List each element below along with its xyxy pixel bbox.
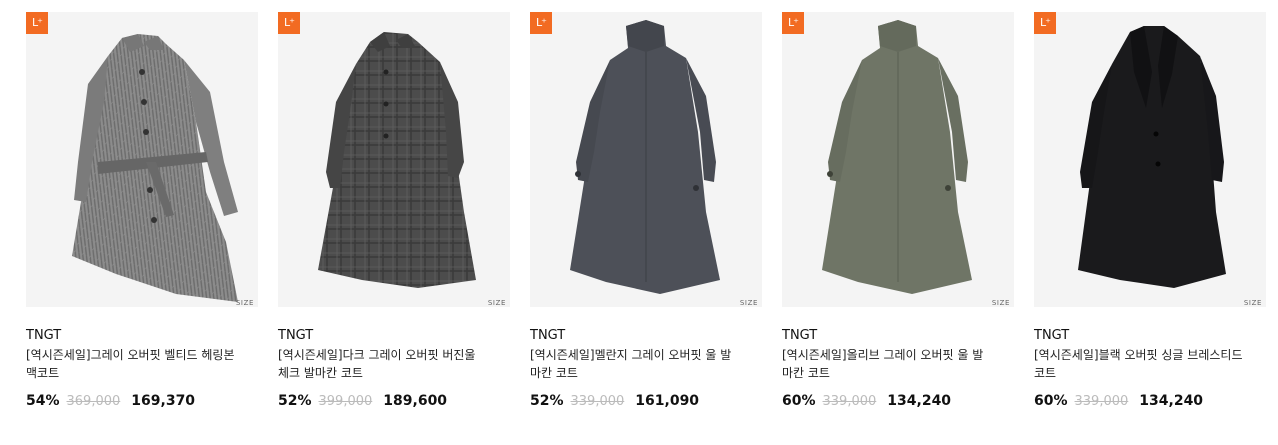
sale-price: 161,090 (635, 393, 700, 409)
coat-image (72, 34, 238, 302)
size-label: SIZE (739, 299, 758, 307)
product-image[interactable]: L⁺ SIZE (530, 12, 762, 307)
sale-price: 134,240 (1139, 393, 1204, 409)
discount-rate: 60% (782, 393, 816, 409)
product-image[interactable]: L⁺ SIZE (26, 12, 258, 307)
product-image[interactable]: L⁺ SIZE (1034, 12, 1266, 307)
size-label: SIZE (991, 299, 1010, 307)
product-name[interactable]: [역시즌세일]멜란지 그레이 오버핏 울 발마칸 코트 (530, 346, 742, 382)
l-plus-icon: L⁺ (26, 12, 48, 34)
l-plus-icon: L⁺ (782, 12, 804, 34)
price-row: 52% 399,000 189,600 (278, 393, 510, 409)
size-label: SIZE (235, 299, 254, 307)
original-price: 369,000 (66, 394, 121, 409)
brand-name[interactable]: TNGT (782, 328, 1014, 344)
price-row: 60% 339,000 134,240 (1034, 393, 1266, 409)
product-card[interactable]: L⁺ SIZE TNGT [역시즌세일]멜란지 그레이 오버핏 울 발마칸 코트… (530, 12, 762, 409)
sale-price: 169,370 (131, 393, 196, 409)
product-name[interactable]: [역시즌세일]다크 그레이 오버핏 버진울 체크 발마칸 코트 (278, 346, 490, 382)
product-name[interactable]: [역시즌세일]올리브 그레이 오버핏 울 발마칸 코트 (782, 346, 994, 382)
l-plus-icon: L⁺ (278, 12, 300, 34)
original-price: 399,000 (318, 394, 373, 409)
sale-price: 134,240 (887, 393, 952, 409)
product-name[interactable]: [역시즌세일]블랙 오버핏 싱글 브레스티드 코트 (1034, 346, 1246, 382)
price-row: 52% 339,000 161,090 (530, 393, 762, 409)
price-row: 54% 369,000 169,370 (26, 393, 258, 409)
product-card[interactable]: L⁺ SIZE TNGT [역시즌세일]블랙 오버핏 싱글 브레스티드 코트 6… (1034, 12, 1266, 409)
product-image[interactable]: L⁺ SIZE (278, 12, 510, 307)
product-grid: L⁺ SIZE TNGT [역시즌세일]그레이 오버핏 벨티드 헤링본 맥코트 … (0, 0, 1278, 445)
product-name[interactable]: [역시즌세일]그레이 오버핏 벨티드 헤링본 맥코트 (26, 346, 238, 382)
brand-name[interactable]: TNGT (530, 328, 762, 344)
l-plus-icon: L⁺ (530, 12, 552, 34)
product-card[interactable]: L⁺ SIZE TNGT [역시즌세일]다크 그레이 오버핏 버진울 체크 발마… (278, 12, 510, 409)
discount-rate: 60% (1034, 393, 1068, 409)
original-price: 339,000 (570, 394, 625, 409)
coat-image (1078, 26, 1226, 288)
coat-image (318, 32, 476, 288)
sale-price: 189,600 (383, 393, 448, 409)
brand-name[interactable]: TNGT (278, 328, 510, 344)
product-card[interactable]: L⁺ SIZE TNGT [역시즌세일]올리브 그레이 오버핏 울 발마칸 코트… (782, 12, 1014, 409)
coat-image (570, 20, 720, 294)
discount-rate: 54% (26, 393, 60, 409)
discount-rate: 52% (530, 393, 564, 409)
brand-name[interactable]: TNGT (26, 328, 258, 344)
product-card[interactable]: L⁺ SIZE TNGT [역시즌세일]그레이 오버핏 벨티드 헤링본 맥코트 … (26, 12, 258, 409)
size-label: SIZE (487, 299, 506, 307)
brand-name[interactable]: TNGT (1034, 328, 1266, 344)
l-plus-icon: L⁺ (1034, 12, 1056, 34)
product-image[interactable]: L⁺ SIZE (782, 12, 1014, 307)
discount-rate: 52% (278, 393, 312, 409)
price-row: 60% 339,000 134,240 (782, 393, 1014, 409)
coat-image (822, 20, 972, 294)
size-label: SIZE (1243, 299, 1262, 307)
original-price: 339,000 (1074, 394, 1129, 409)
original-price: 339,000 (822, 394, 877, 409)
